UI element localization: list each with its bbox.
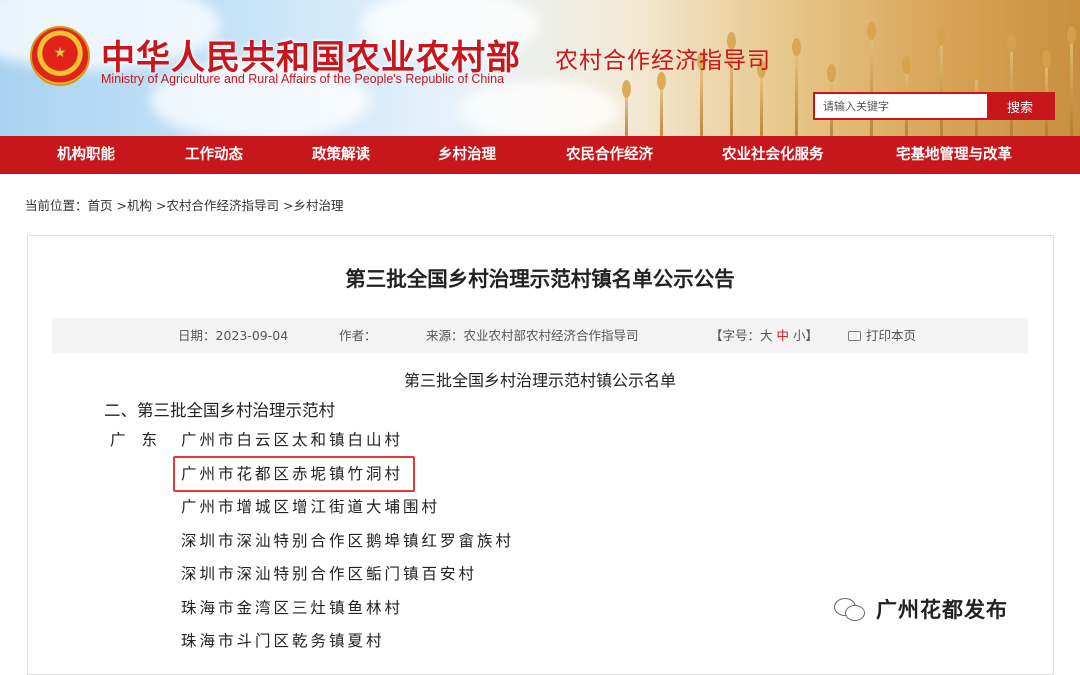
department-name: 农村合作经济指导司	[555, 48, 771, 74]
nav-item-socialized-service[interactable]: 农业社会化服务	[722, 136, 824, 174]
print-icon	[848, 331, 861, 341]
province-label: 广东	[110, 431, 174, 449]
article-title: 第三批全国乡村治理示范村镇名单公示公告	[345, 267, 735, 291]
nav-item-rural-governance[interactable]: 乡村治理	[438, 136, 496, 174]
watermark: 广州花都发布	[834, 594, 1008, 624]
nav-item-homestead-reform[interactable]: 宅基地管理与改革	[896, 136, 1012, 174]
nav-item-org-functions[interactable]: 机构职能	[57, 136, 115, 174]
breadcrumb: 当前位置：首页 >机构 >农村合作经济指导司 >乡村治理	[25, 195, 344, 214]
search-bar: 搜索	[813, 92, 1055, 120]
font-size-label: 【字号：	[710, 328, 761, 343]
village-item: 深圳市深汕特别合作区鲘门镇百安村	[181, 565, 478, 583]
breadcrumb-separator: >	[283, 198, 294, 213]
nav-item-policy[interactable]: 政策解读	[312, 136, 370, 174]
wechat-icon	[834, 596, 868, 622]
search-button[interactable]: 搜索	[987, 94, 1053, 118]
font-size-medium[interactable]: 中	[777, 328, 790, 343]
breadcrumb-org[interactable]: 机构	[127, 198, 152, 213]
breadcrumb-separator: >	[156, 198, 167, 213]
font-size-control: 【字号：大 中 小】	[710, 318, 818, 353]
article-meta-bar: 日期：2023-09-04 作者： 来源：农业农村部农村经济合作指导司 【字号：…	[52, 318, 1028, 353]
village-item: 广州市增城区增江街道大埔围村	[181, 498, 441, 516]
village-item: 深圳市深汕特别合作区鹅埠镇红罗畲族村	[181, 532, 515, 550]
article-author: 作者：	[339, 328, 377, 343]
national-emblem-icon: ★	[30, 26, 90, 86]
font-size-large[interactable]: 大	[760, 328, 773, 343]
nav-item-work-news[interactable]: 工作动态	[185, 136, 243, 174]
breadcrumb-current[interactable]: 乡村治理	[294, 198, 344, 213]
print-label: 打印本页	[866, 328, 917, 343]
list-heading: 第三批全国乡村治理示范村镇公示名单	[403, 371, 676, 390]
breadcrumb-department[interactable]: 农村合作经济指导司	[167, 198, 280, 213]
print-button[interactable]: 打印本页	[848, 318, 916, 353]
search-input[interactable]	[815, 94, 987, 118]
nav-item-cooperative-economy[interactable]: 农民合作经济	[566, 136, 653, 174]
village-item: 珠海市斗门区乾务镇夏村	[181, 632, 385, 650]
article-source: 来源：农业农村部农村经济合作指导司	[426, 328, 639, 343]
watermark-text: 广州花都发布	[876, 598, 1008, 622]
breadcrumb-label: 当前位置：	[25, 198, 88, 213]
village-item: 珠海市金湾区三灶镇鱼林村	[181, 599, 404, 617]
breadcrumb-separator: >	[116, 198, 128, 213]
article-date: 日期：2023-09-04	[178, 328, 289, 343]
section-heading: 二、第三批全国乡村治理示范村	[104, 401, 335, 420]
breadcrumb-home[interactable]: 首页	[88, 198, 113, 213]
ministry-name-en: Ministry of Agriculture and Rural Affair…	[101, 72, 505, 86]
font-size-small[interactable]: 小】	[793, 328, 818, 343]
main-nav: 机构职能 工作动态 政策解读 乡村治理 农民合作经济 农业社会化服务 宅基地管理…	[0, 136, 1080, 174]
village-item-highlighted: 广州市花都区赤坭镇竹洞村	[172, 456, 416, 492]
village-item: 广州市白云区太和镇白山村	[181, 431, 404, 449]
